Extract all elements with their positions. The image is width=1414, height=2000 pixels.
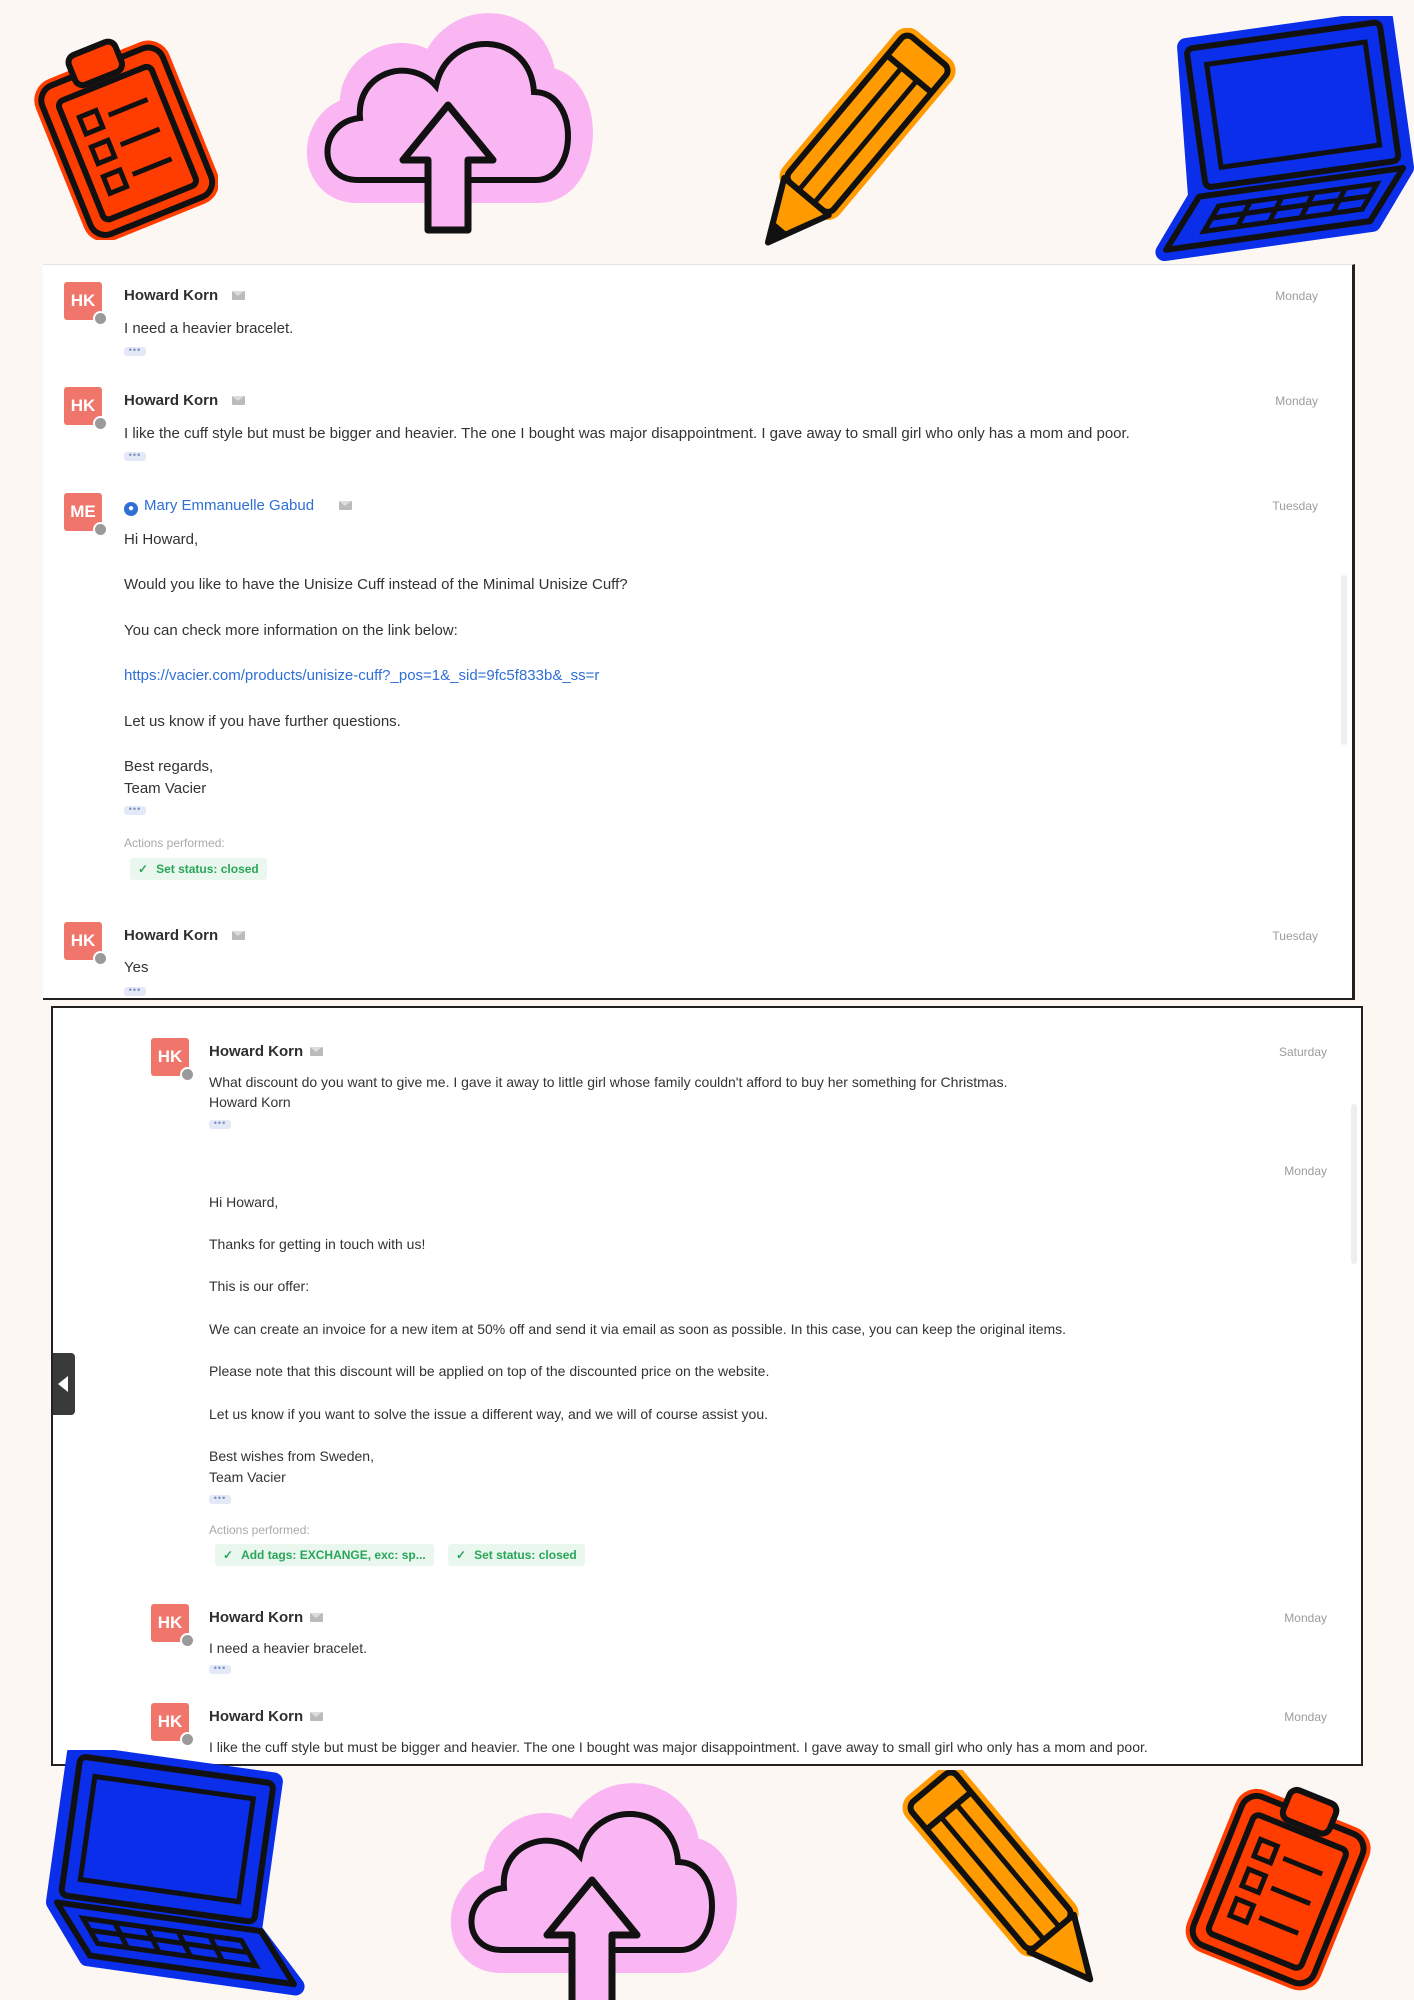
clipboard-icon [34, 38, 218, 240]
agent-name[interactable]: ● Mary Emmanuelle Gabud [124, 497, 314, 516]
email-icon [339, 501, 352, 510]
sender-name[interactable]: Howard Korn [209, 1043, 303, 1060]
collapse-panel-handle[interactable] [53, 1353, 75, 1415]
email-icon [310, 1047, 323, 1056]
message-text: What discount do you want to give me. I … [209, 1074, 1008, 1090]
message-day: Monday [1275, 289, 1318, 303]
status-dot [180, 1067, 195, 1082]
message-text: Let us know if you have further question… [124, 713, 401, 730]
sender-name[interactable]: Howard Korn [209, 1609, 303, 1626]
email-icon [232, 396, 245, 405]
message-day: Monday [1275, 394, 1318, 408]
message-text: Team Vacier [209, 1469, 286, 1485]
cloud-upload-icon [306, 13, 593, 234]
clipboard-icon [1185, 1786, 1371, 1991]
pencil-icon [902, 1770, 1094, 1983]
message-text: Best regards, [124, 758, 214, 775]
status-dot [93, 311, 108, 326]
avatar: HK [151, 1038, 195, 1082]
check-icon: ✓ [456, 1548, 467, 1562]
message-text: Thanks for getting in touch with us! [209, 1236, 426, 1252]
avatar: HK [64, 387, 108, 431]
scrollbar[interactable] [1341, 575, 1347, 745]
avatar: ME [64, 493, 108, 537]
more-button[interactable]: ••• [124, 986, 146, 996]
cloud-upload-icon [450, 1783, 737, 2000]
laptop-icon [45, 1750, 305, 1996]
conversation-panel-bottom[interactable]: HK Howard Korn Saturday What discount do… [51, 1006, 1363, 1766]
message-text: Team Vacier [124, 780, 207, 797]
message-text: Yes [124, 959, 149, 976]
actions-performed-label: Actions performed: [124, 836, 225, 850]
agent-user-icon: ● [124, 502, 138, 516]
message-text: I need a heavier bracelet. [124, 320, 294, 337]
more-button[interactable]: ••• [124, 451, 146, 461]
check-icon: ✓ [223, 1548, 234, 1562]
more-button[interactable]: ••• [209, 1494, 231, 1504]
status-dot [180, 1633, 195, 1648]
message-text: I need a heavier bracelet. [209, 1640, 367, 1656]
status-dot [93, 416, 108, 431]
status-closed-tag[interactable]: ✓ Set status: closed [448, 1544, 585, 1566]
avatar: HK [64, 922, 108, 966]
sender-name[interactable]: Howard Korn [209, 1708, 303, 1725]
message-text: Would you like to have the Unisize Cuff … [124, 576, 628, 593]
message-text: I like the cuff style but must be bigger… [124, 425, 1130, 442]
email-icon [232, 291, 245, 300]
status-closed-tag[interactable]: ✓ Set status: closed [130, 858, 267, 880]
status-dot [93, 522, 108, 537]
sender-name[interactable]: Howard Korn [124, 927, 218, 944]
message-text: Please note that this discount will be a… [209, 1363, 770, 1379]
status-dot [180, 1732, 195, 1747]
conversation-panel-top[interactable]: HK Howard Korn Monday I need a heavier b… [43, 264, 1355, 1000]
message-text: Hi Howard, [124, 531, 199, 548]
laptop-icon [1155, 16, 1414, 262]
message-text: Best wishes from Sweden, [209, 1448, 374, 1464]
status-dot [93, 951, 108, 966]
email-icon [310, 1613, 323, 1622]
message-text: Let us know if you want to solve the iss… [209, 1406, 768, 1422]
message-text: This is our offer: [209, 1278, 310, 1294]
message-text: I like the cuff style but must be bigger… [209, 1739, 1148, 1755]
actions-performed-label: Actions performed: [209, 1523, 310, 1537]
email-icon [310, 1712, 323, 1721]
avatar: HK [151, 1604, 195, 1648]
sender-name[interactable]: Howard Korn [124, 392, 218, 409]
avatar: HK [64, 282, 108, 326]
message-day: Tuesday [1272, 929, 1318, 943]
message-day: Saturday [1278, 1045, 1327, 1059]
email-icon [232, 931, 245, 940]
message-day: Monday [1284, 1611, 1327, 1625]
message-day: Monday [1284, 1164, 1327, 1178]
more-button[interactable]: ••• [209, 1664, 231, 1674]
more-button[interactable]: ••• [209, 1119, 231, 1129]
scrollbar[interactable] [1351, 1104, 1357, 1264]
message-text: You can check more information on the li… [124, 622, 458, 639]
message-text: Howard Korn [209, 1094, 291, 1110]
message-day: Tuesday [1272, 499, 1318, 513]
add-tags-tag[interactable]: ✓ Add tags: EXCHANGE, exc: sp... [215, 1544, 434, 1566]
more-button[interactable]: ••• [124, 346, 146, 356]
avatar: HK [151, 1703, 195, 1747]
more-button[interactable]: ••• [124, 805, 146, 815]
message-text: Hi Howard, [209, 1194, 279, 1210]
product-link[interactable]: https://vacier.com/products/unisize-cuff… [124, 667, 599, 684]
check-icon: ✓ [138, 862, 149, 876]
message-day: Monday [1284, 1710, 1327, 1724]
pencil-icon [764, 28, 956, 246]
message-text: We can create an invoice for a new item … [209, 1321, 1067, 1337]
sender-name[interactable]: Howard Korn [124, 287, 218, 304]
